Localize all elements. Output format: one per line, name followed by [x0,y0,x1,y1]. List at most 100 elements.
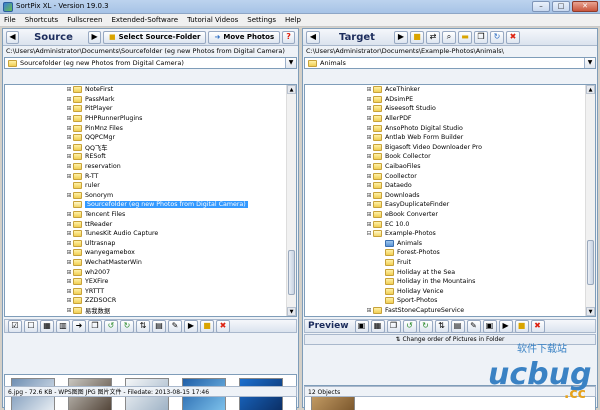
preview-delete-icon[interactable]: ✖ [530,319,545,333]
tree-node[interactable]: ⊞ wanyegamebox [5,248,296,258]
source-uncheck-icon[interactable]: ☐ [24,319,38,333]
preview-rotate-right-icon[interactable]: ↻ [418,319,433,333]
expand-toggle-icon[interactable]: ⊞ [65,269,73,276]
expand-toggle-icon[interactable]: ⊞ [365,173,373,180]
target-refresh-icon[interactable]: ↻ [490,30,504,44]
preview-slideshow-icon[interactable]: ▶ [498,319,513,333]
expand-toggle-icon[interactable]: ⊞ [365,211,373,218]
menu-settings[interactable]: Settings [247,16,276,24]
expand-toggle-icon[interactable]: ⊞ [65,230,73,237]
scroll-down-icon[interactable]: ▼ [287,307,296,316]
preview-edit-icon[interactable]: ✎ [466,319,481,333]
expand-toggle-icon[interactable]: ⊞ [365,105,373,112]
tree-node[interactable]: ⊞ Dataedo [305,181,595,191]
expand-toggle-icon[interactable]: ⊞ [65,307,73,314]
dropdown-arrow-icon[interactable]: ▼ [584,58,595,68]
tree-node[interactable]: ⊞ YEXFire [5,277,296,287]
dropdown-arrow-icon[interactable]: ▼ [285,58,296,68]
tree-node[interactable]: ⊞ PitPlayer [5,104,296,114]
expand-toggle-icon[interactable]: ⊞ [65,259,73,266]
scroll-up-icon[interactable]: ▲ [586,85,595,94]
source-move-icon[interactable]: ➜ [72,319,86,333]
target-new-folder-icon[interactable]: ■ [410,30,424,44]
target-rename-icon[interactable]: ⇄ [426,30,440,44]
preview-clipboard-icon[interactable]: ▤ [450,319,465,333]
scroll-thumb[interactable] [587,240,594,285]
source-rotate-right-icon[interactable]: ↻ [120,319,134,333]
expand-toggle-icon[interactable]: ⊞ [65,173,73,180]
expand-toggle-icon[interactable]: ⊞ [65,192,73,199]
source-folder-icon[interactable]: ■ [200,319,214,333]
expand-toggle-icon[interactable]: ⊞ [65,125,73,132]
tree-node[interactable]: ⊞ Sonorym [5,191,296,201]
tree-scrollbar[interactable]: ▲ ▼ [286,85,296,316]
expand-toggle-icon[interactable]: ⊞ [365,144,373,151]
source-folder-tree[interactable]: ⊞ NoteFirst ⊞ PassMark ⊞ PitPlayer ⊞ PHPRunnerP… [4,84,297,317]
tree-node[interactable]: Animals [305,239,595,249]
expand-toggle-icon[interactable]: ⊞ [65,115,73,122]
source-forward-icon[interactable]: ▶ [88,30,101,44]
expand-toggle-icon[interactable]: ⊞ [65,144,73,151]
expand-toggle-icon[interactable]: ⊞ [65,221,73,228]
menu-fullscreen[interactable]: Fullscreen [67,16,102,24]
expand-toggle-icon[interactable]: ⊞ [65,163,73,170]
source-clipboard-icon[interactable]: ▤ [152,319,166,333]
tree-node[interactable]: ⊞ PassMark [5,95,296,105]
expand-toggle-icon[interactable]: ⊞ [65,240,73,247]
tree-node[interactable]: ⊞ eBook Converter [305,210,595,220]
menu-shortcuts[interactable]: Shortcuts [25,16,58,24]
maximize-button[interactable]: □ [552,1,570,12]
expand-toggle-icon[interactable]: ⊞ [365,125,373,132]
target-search-icon[interactable]: ⌕ [442,30,456,44]
tree-node[interactable]: ⊞ TunesKit Audio Capture [5,229,296,239]
tree-node[interactable]: ⊞ PinMnz Files [5,123,296,133]
tree-node[interactable]: Sport-Photos [305,296,595,306]
tree-node[interactable]: ⊞ PHPRunnerPlugins [5,114,296,124]
tree-node[interactable]: ⊞ WechatMasterWin [5,258,296,268]
expand-toggle-icon[interactable]: ⊞ [65,105,73,112]
tree-node[interactable]: ⊞ Downloads [305,191,595,201]
tree-node[interactable]: ⊞ QQPCMgr [5,133,296,143]
expand-toggle-icon[interactable]: ⊞ [65,297,73,304]
tree-node[interactable]: ⊟ Example-Photos [305,229,595,239]
target-folder-combo[interactable]: Animals ▼ [304,57,596,69]
tree-node[interactable]: ⊞ AllerPDF [305,114,595,124]
move-photos-button[interactable]: ➜ Move Photos [208,30,281,44]
menu-tutorial-videos[interactable]: Tutorial Videos [187,16,238,24]
source-delete-icon[interactable]: ✖ [216,319,230,333]
expand-toggle-icon[interactable]: ⊞ [65,288,73,295]
expand-toggle-icon[interactable]: ⊞ [365,163,373,170]
target-folder-icon[interactable]: ▬ [458,30,472,44]
source-edit-icon[interactable]: ✎ [168,319,182,333]
tree-node[interactable]: ruler [5,181,296,191]
expand-toggle-icon[interactable]: ⊞ [365,307,373,314]
target-copy-icon[interactable]: ❐ [474,30,488,44]
expand-toggle-icon[interactable]: ⊞ [365,182,373,189]
tree-node[interactable]: ⊞ Book Collector [305,152,595,162]
expand-toggle-icon[interactable]: ⊞ [365,134,373,141]
source-slideshow-icon[interactable]: ▶ [184,319,198,333]
menu-file[interactable]: File [4,16,16,24]
tree-node[interactable]: ⊞ CaibaoFiles [305,162,595,172]
tree-node[interactable]: Holiday at the Sea [305,267,595,277]
tree-node[interactable]: ⊞ ZZDSOCR [5,296,296,306]
target-delete-icon[interactable]: ✖ [506,30,520,44]
preview-image2-icon[interactable]: ▣ [482,319,497,333]
tree-node[interactable]: ⊞ wh2007 [5,267,296,277]
expand-toggle-icon[interactable]: ⊞ [65,86,73,93]
expand-toggle-icon[interactable]: ⊞ [365,201,373,208]
target-forward-icon[interactable]: ▶ [394,30,408,44]
expand-toggle-icon[interactable]: ⊞ [365,153,373,160]
menu-extended-software[interactable]: Extended-Software [111,16,178,24]
source-check-icon[interactable]: ☑ [8,319,22,333]
tree-node[interactable]: ⊞ Coollector [305,171,595,181]
expand-toggle-icon[interactable]: ⊞ [365,221,373,228]
tree-node[interactable]: ⊞ ADsimPE [305,95,595,105]
source-thumbs-large-icon[interactable]: ▥ [56,319,70,333]
expand-toggle-icon[interactable]: ⊞ [365,192,373,199]
tree-node[interactable]: ⊞ Antlab Web Form Builder [305,133,595,143]
tree-node[interactable]: ⊞ FastStoneCaptureService [305,306,595,316]
source-sort-icon[interactable]: ⇅ [136,319,150,333]
source-copy-icon[interactable]: ❐ [88,319,102,333]
tree-node[interactable]: ⊞ YRTTT [5,286,296,296]
